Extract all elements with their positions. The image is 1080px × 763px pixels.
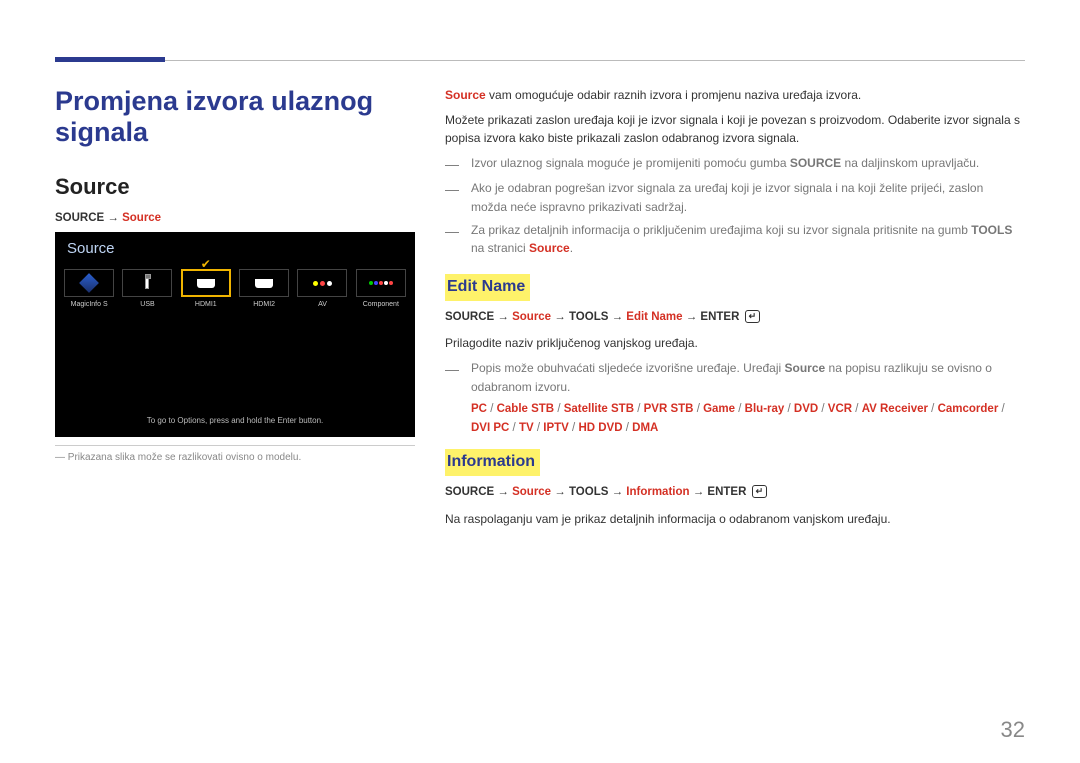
note-1: ―Izvor ulaznog signala moguće je promije… (445, 154, 1025, 176)
information-description: Na raspolaganju vam je prikaz detaljnih … (445, 510, 1025, 529)
path-source-value: Source (122, 212, 161, 224)
source-tile-icon (181, 269, 231, 297)
left-divider (55, 445, 415, 446)
page-title: Promjena izvora ulaznog signala (55, 86, 415, 148)
source-tile-magicinfo-s: MagicInfo S (63, 269, 115, 308)
source-tile-icon (122, 269, 172, 297)
source-tile-hdmi2: HDMI2 (238, 269, 290, 308)
source-tile-label: HDMI2 (238, 301, 290, 308)
screenshot-title: Source (55, 232, 415, 259)
edit-name-heading: Edit Name (445, 274, 530, 301)
top-rule (55, 60, 1025, 61)
section-source-heading: Source (55, 174, 415, 200)
source-tile-label: HDMI1 (180, 301, 232, 308)
main-columns: Promjena izvora ulaznog signala Source S… (55, 86, 1025, 534)
source-screenshot: Source MagicInfo SUSB✔HDMI1HDMI2AVCompon… (55, 232, 415, 437)
edit-name-path: SOURCE → Source → TOOLS → Edit Name → EN… (445, 309, 1025, 327)
source-tile-label: USB (121, 301, 173, 308)
intro-paragraph-1: Source vam omogućuje odabir raznih izvor… (445, 86, 1025, 105)
source-tile-icon (239, 269, 289, 297)
check-icon: ✔ (201, 257, 211, 271)
source-tile-icon (64, 269, 114, 297)
intro-paragraph-2: Možete prikazati zaslon uređaja koji je … (445, 111, 1025, 148)
note-2: ―Ako je odabran pogrešan izvor signala z… (445, 179, 1025, 216)
source-tiles-row: MagicInfo SUSB✔HDMI1HDMI2AVComponent (55, 259, 415, 308)
device-list: PC / Cable STB / Satellite STB / PVR STB… (445, 400, 1025, 437)
source-tile-label: Component (355, 301, 407, 308)
page: Promjena izvora ulaznog signala Source S… (0, 0, 1080, 564)
path-source-key: SOURCE (55, 212, 104, 224)
information-heading: Information (445, 449, 540, 476)
page-number: 32 (1001, 717, 1025, 743)
screenshot-footer: To go to Options, press and hold the Ent… (55, 416, 415, 425)
information-path: SOURCE → Source → TOOLS → Information → … (445, 484, 1025, 502)
image-disclaimer: ― Prikazana slika može se razlikovati ov… (55, 452, 415, 463)
source-tile-av: AV (296, 269, 348, 308)
right-column: Source vam omogućuje odabir raznih izvor… (445, 86, 1025, 534)
edit-name-description: Prilagodite naziv priključenog vanjskog … (445, 334, 1025, 353)
source-tile-icon (297, 269, 347, 297)
source-tile-icon (356, 269, 406, 297)
source-tile-usb: USB (121, 269, 173, 308)
enter-icon: ↵ (752, 485, 768, 498)
top-rule-accent (55, 57, 165, 62)
source-tile-label: AV (296, 301, 348, 308)
source-path: SOURCE → Source (55, 212, 415, 224)
source-tile-hdmi1: ✔HDMI1 (180, 269, 232, 308)
edit-note: ―Popis može obuhvaćati sljedeće izvorišn… (445, 359, 1025, 396)
source-tile-label: MagicInfo S (63, 301, 115, 308)
enter-icon: ↵ (745, 310, 761, 323)
source-tile-component: Component (355, 269, 407, 308)
note-3: ―Za prikaz detaljnih informacija o prikl… (445, 221, 1025, 258)
left-column: Promjena izvora ulaznog signala Source S… (55, 86, 415, 534)
